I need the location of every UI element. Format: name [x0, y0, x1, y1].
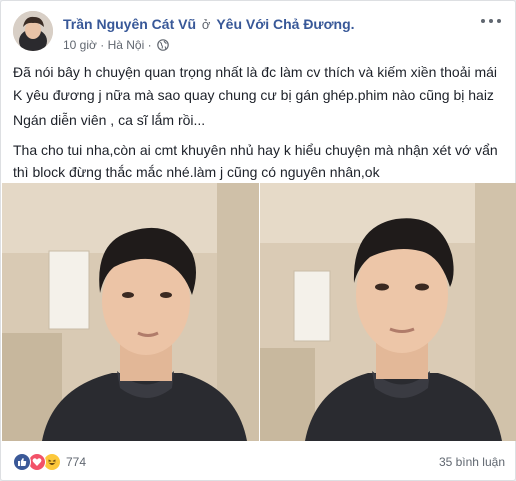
post-paragraph: Ngán diễn viên , ca sĩ lắm rồi...: [13, 112, 206, 128]
post-paragraph: Tha cho tui nha,còn ai cmt khuyên nhủ ha…: [13, 142, 498, 180]
reaction-count[interactable]: 774: [66, 455, 86, 469]
photo-grid: [1, 183, 516, 441]
post-meta: 10 giờ · Hà Nội ·: [63, 36, 169, 53]
post-paragraph: Đã nói bây h chuyện quan trọng nhất là đ…: [13, 64, 498, 80]
more-options-icon[interactable]: [481, 15, 501, 27]
group-preposition: ở: [201, 17, 211, 32]
post-location[interactable]: Hà Nội: [108, 38, 145, 52]
group-name[interactable]: Yêu Với Chả Đương.: [216, 16, 354, 32]
meta-separator: ·: [100, 37, 105, 52]
like-icon: [13, 453, 31, 471]
avatar[interactable]: [13, 11, 53, 51]
comment-count[interactable]: 35 bình luận: [439, 455, 505, 469]
post-time[interactable]: 10 giờ: [63, 38, 97, 52]
post-paragraph: K yêu đương j nữa mà sao quay chung cư b…: [13, 87, 494, 103]
globe-icon[interactable]: [157, 39, 169, 51]
selfie-photo-left[interactable]: [2, 183, 259, 441]
post-footer: 774 35 bình luận: [1, 445, 516, 481]
post-header: Trần Nguyên Cát Vũ ở Yêu Với Chả Đương.: [63, 15, 355, 34]
selfie-photo-right[interactable]: [260, 183, 516, 441]
meta-separator-2: ·: [147, 37, 152, 52]
post-card: Trần Nguyên Cát Vũ ở Yêu Với Chả Đương. …: [0, 0, 516, 481]
reactions-summary[interactable]: 774: [13, 452, 86, 472]
author-name[interactable]: Trần Nguyên Cát Vũ: [63, 16, 196, 32]
